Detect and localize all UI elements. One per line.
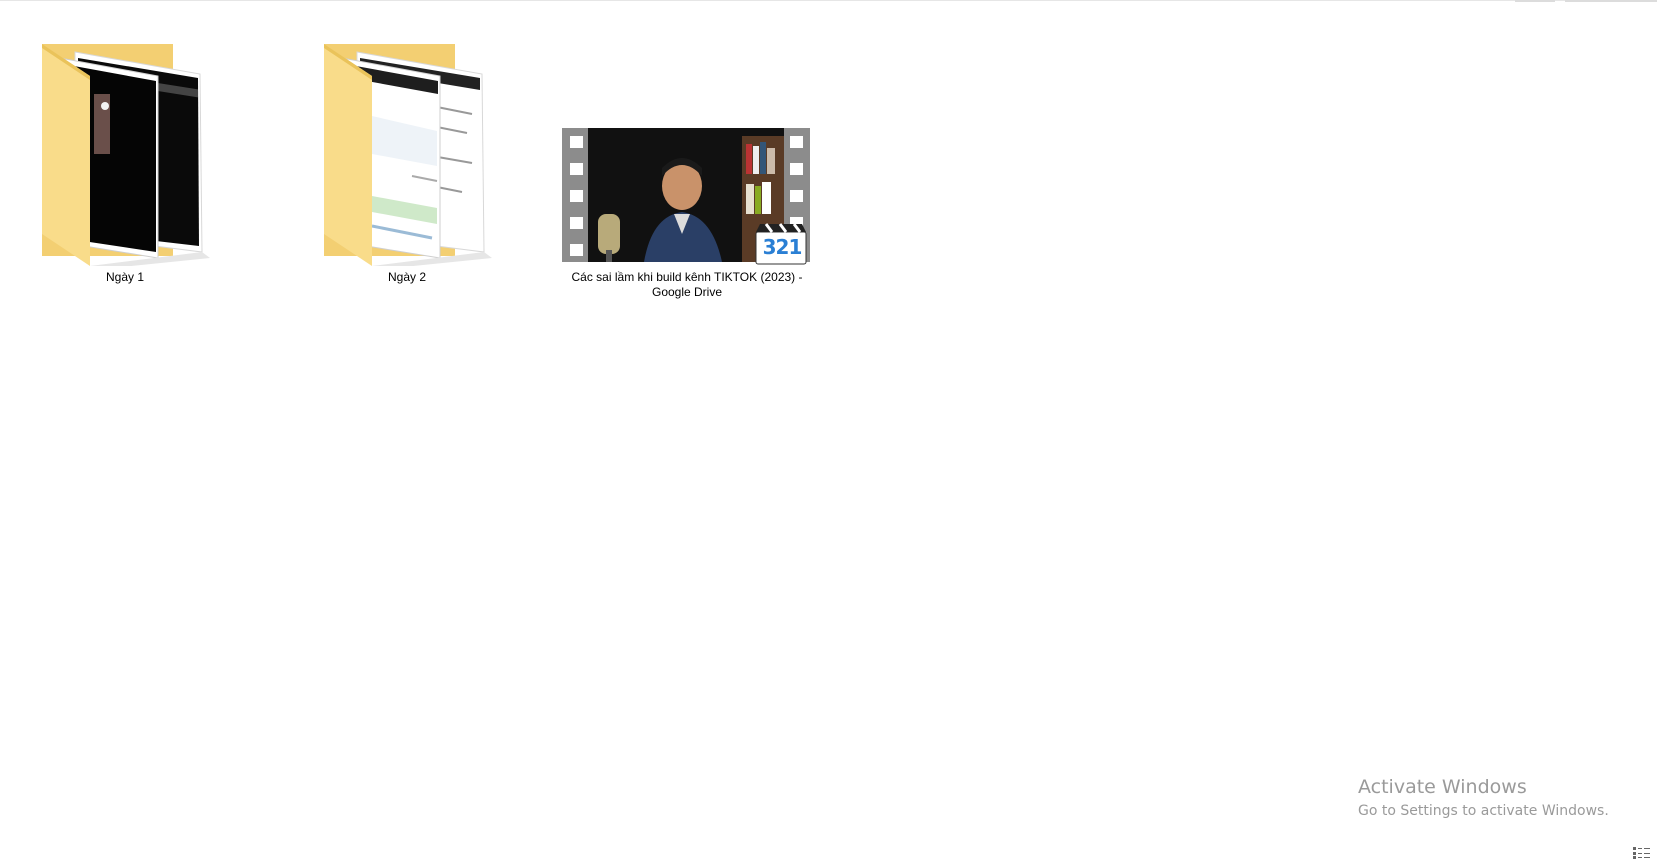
badge-number: 321 <box>762 235 803 259</box>
file-view[interactable]: Ngày 1 Ngày 2 321 Các sai lầm khi build … <box>0 0 1657 863</box>
watermark-subtitle: Go to Settings to activate Windows. <box>1358 803 1609 819</box>
details-view-icon[interactable] <box>1633 846 1651 859</box>
item-label: Ngày 1 <box>105 270 145 284</box>
item-label: Các sai lầm khi build kênh TIKTOK (2023)… <box>571 270 803 299</box>
video-thumbnail: 321 <box>562 36 812 266</box>
folder-ngay-2[interactable]: Ngày 2 <box>282 36 532 285</box>
watermark-title: Activate Windows <box>1358 776 1527 798</box>
folder-ngay-1[interactable]: Ngày 1 <box>0 36 250 285</box>
activate-windows-watermark: Activate Windows Go to Settings to activ… <box>1358 775 1609 821</box>
folder-icon <box>282 36 532 270</box>
video-file-item[interactable]: 321 Các sai lầm khi build kênh TIKTOK (2… <box>562 36 812 300</box>
folder-icon <box>0 36 250 270</box>
item-label: Ngày 2 <box>387 270 427 284</box>
